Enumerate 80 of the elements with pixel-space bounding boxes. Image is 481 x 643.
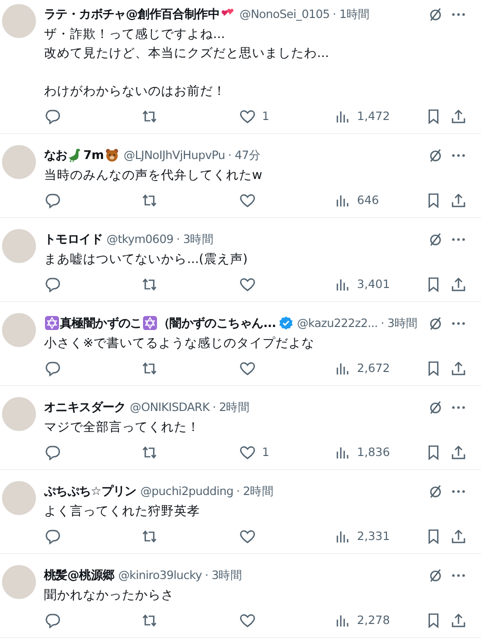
user-handle[interactable]: @tkym0609 (106, 232, 174, 246)
repost-icon[interactable] (141, 360, 158, 376)
user-handle[interactable]: @NonoSei_0105 (240, 7, 330, 21)
post-text: 当時のみんなの声を代弁してくれたw (44, 167, 262, 182)
reply-icon[interactable] (44, 360, 61, 376)
like-count: 1 (262, 445, 270, 459)
post-time[interactable]: · 3時間 (176, 232, 214, 246)
slashed-circle-icon[interactable] (427, 566, 444, 584)
user-name[interactable]: 7m (83, 148, 104, 162)
user-handle[interactable]: @puchi2pudding (140, 484, 234, 498)
slashed-circle-icon[interactable] (427, 398, 444, 416)
post-text: まあ嘘はついてないから...(震え声) (44, 251, 248, 266)
user-name[interactable]: 真極闇かずのこ (60, 314, 142, 332)
six-point-star-icon (45, 316, 59, 330)
share-icon[interactable] (450, 528, 467, 544)
post-time[interactable]: · 3時間 (204, 568, 242, 582)
reply-icon[interactable] (44, 276, 61, 292)
six-point-star-icon (142, 316, 157, 330)
post-time[interactable]: · 2時間 (212, 400, 250, 414)
like-count: 1 (262, 109, 270, 123)
bear-icon (104, 148, 119, 162)
repost-icon[interactable] (141, 444, 158, 460)
share-icon[interactable] (450, 276, 467, 292)
user-name[interactable]: トモロイド (44, 230, 103, 248)
like-icon[interactable] (239, 360, 256, 376)
user-handle[interactable]: @LJNoIJhVjHupvPu (124, 148, 226, 162)
slashed-circle-icon[interactable] (427, 146, 444, 164)
user-handle[interactable]: @ONIKISDARK (130, 400, 210, 414)
dinosaur-icon (68, 148, 82, 162)
slashed-circle-icon[interactable] (427, 230, 444, 248)
like-icon[interactable] (239, 276, 256, 292)
post-text: マジで全部言ってくれた！ (44, 419, 200, 434)
post-text: 小さく※で書いてるような感じのタイプだよな (44, 335, 314, 350)
user-handle[interactable]: @kiniro39lucky (118, 568, 202, 582)
post-text: よく言ってくれた狩野英孝 (44, 503, 200, 518)
view-count: 2,331 (357, 529, 390, 543)
share-icon[interactable] (450, 192, 467, 208)
post-time[interactable]: · 2時間 (236, 484, 274, 498)
post-text: わけがわからないのはお前だ！ (44, 83, 226, 98)
repost-icon[interactable] (141, 528, 158, 544)
share-icon[interactable] (450, 360, 467, 376)
share-icon[interactable] (450, 444, 467, 460)
repost-icon[interactable] (141, 276, 158, 292)
repost-icon[interactable] (141, 612, 158, 628)
view-count: 1,836 (357, 445, 390, 459)
slashed-circle-icon[interactable] (427, 482, 444, 500)
slashed-circle-icon[interactable] (427, 6, 444, 22)
share-icon[interactable] (450, 108, 467, 124)
reply-icon[interactable] (44, 108, 61, 124)
view-count: 1,472 (357, 109, 390, 123)
reply-icon[interactable] (44, 612, 61, 628)
user-name[interactable]: （闇かずのこちゃん... (158, 314, 276, 332)
post-text: 改めて見たけど、本当にクズだと思いましたわ... (44, 45, 329, 60)
like-icon[interactable] (239, 528, 256, 544)
post-time[interactable]: · 1時間 (332, 6, 370, 22)
user-name[interactable]: ぷちぷち☆プリン (44, 482, 136, 500)
like-icon[interactable] (239, 612, 256, 628)
view-count: 2,278 (357, 613, 390, 627)
user-name[interactable]: 桃髪@桃源郷 (44, 566, 114, 584)
repost-icon[interactable] (141, 108, 158, 124)
user-name[interactable]: ラテ・カボチャ@創作百合制作中 (44, 6, 220, 22)
view-count: 646 (357, 193, 379, 207)
like-icon[interactable] (239, 108, 256, 124)
post-text: ザ・詐欺！って感じですよね... (44, 26, 225, 41)
view-count: 3,401 (357, 277, 390, 291)
like-icon[interactable] (239, 444, 256, 460)
reply-icon[interactable] (44, 444, 61, 460)
like-icon[interactable] (239, 192, 256, 208)
post-time[interactable]: · 3時間 (380, 316, 418, 330)
view-count: 2,672 (357, 361, 390, 375)
post-text: 聞かれなかったからさ (44, 587, 174, 602)
repost-icon[interactable] (141, 192, 158, 208)
reply-icon[interactable] (44, 528, 61, 544)
share-icon[interactable] (450, 612, 467, 628)
post-time[interactable]: · 47分 (228, 148, 260, 162)
reply-icon[interactable] (44, 192, 61, 208)
user-handle[interactable]: @kazu222z2... (296, 316, 378, 330)
user-name[interactable]: オニキスダーク (44, 398, 126, 416)
user-name[interactable]: なお (44, 146, 68, 164)
slashed-circle-icon[interactable] (427, 314, 444, 332)
